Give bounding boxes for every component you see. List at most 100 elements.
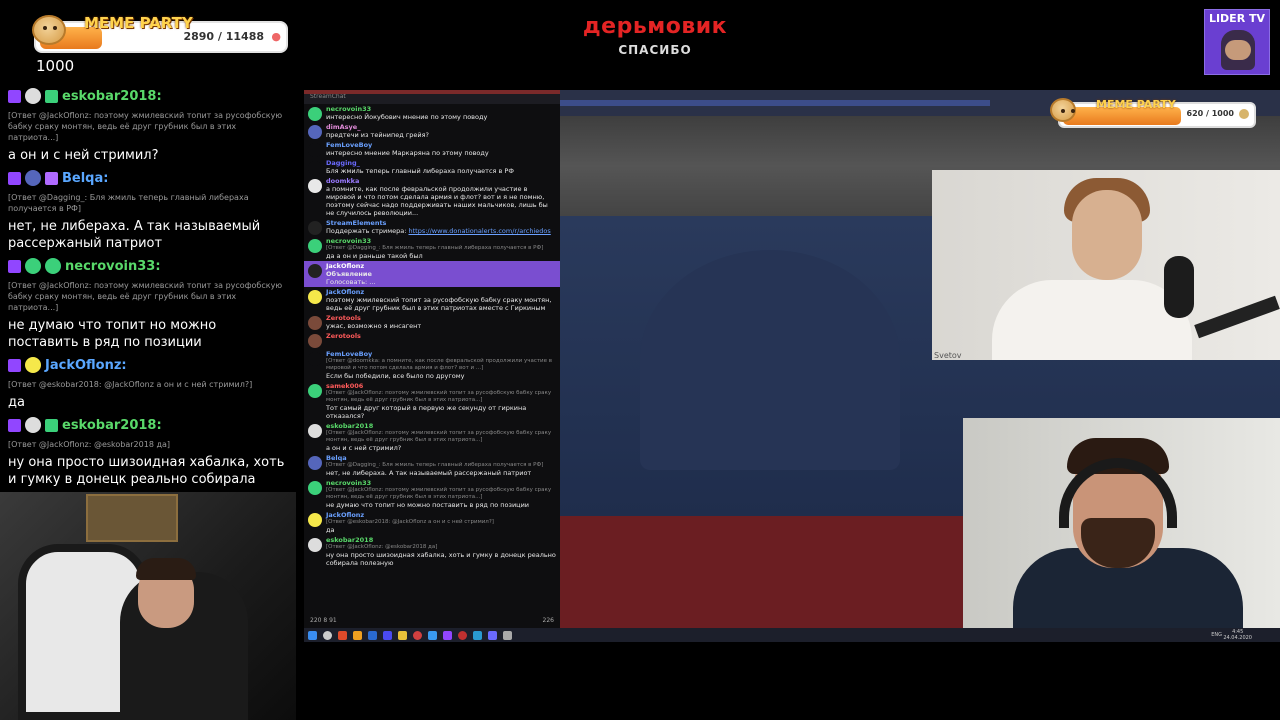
pig-icon: ● bbox=[271, 30, 281, 43]
obs-icon[interactable] bbox=[458, 630, 467, 640]
chat-username[interactable]: Zerotools bbox=[326, 332, 556, 340]
chat-window-message[interactable]: JackOflonz [Ответ @eskobar2018: @JackOflo… bbox=[304, 510, 560, 535]
chat-username[interactable]: eskobar2018 bbox=[326, 536, 556, 544]
chat-message-text: да а он и раньше такой был bbox=[326, 252, 423, 260]
app-icon[interactable] bbox=[383, 630, 392, 640]
chat-message-body: eskobar2018 [Ответ @JackOflonz: поэтому ж… bbox=[326, 422, 556, 452]
chat-username[interactable]: JackOflonz: bbox=[45, 358, 127, 373]
mic-arm bbox=[1194, 295, 1280, 339]
chat-avatar[interactable] bbox=[308, 179, 322, 193]
chat-username[interactable]: samek006 bbox=[326, 382, 556, 390]
chat-window-message[interactable]: eskobar2018 [Ответ @JackOflonz: @eskobar2… bbox=[304, 535, 560, 568]
chat-message-header: eskobar2018: bbox=[0, 84, 296, 108]
chat-avatar[interactable] bbox=[308, 316, 322, 330]
chat-window-message[interactable]: necrovoin33 [Ответ @JackOflonz: поэтому ж… bbox=[304, 478, 560, 510]
chat-avatar[interactable] bbox=[308, 456, 322, 470]
chat-avatar[interactable] bbox=[308, 221, 322, 235]
chat-username[interactable]: JackOflonz bbox=[326, 511, 556, 519]
chat-avatar[interactable] bbox=[308, 513, 322, 527]
chat-username[interactable]: JackOflonz bbox=[326, 262, 556, 270]
chat-window-message[interactable]: necrovoin33 интересно Йокубович мнение по… bbox=[304, 104, 560, 122]
chat-message-body: JackOflonz поэтому жмилевский топит за ру… bbox=[326, 288, 556, 312]
chat-username[interactable]: StreamElements bbox=[326, 219, 556, 227]
chat-username[interactable]: eskobar2018: bbox=[62, 418, 162, 433]
chat-avatar[interactable] bbox=[308, 384, 322, 398]
chat-window-message[interactable]: eskobar2018 [Ответ @JackOflonz: поэтому ж… bbox=[304, 421, 560, 453]
chat-username[interactable]: eskobar2018 bbox=[326, 422, 556, 430]
avatar bbox=[25, 417, 41, 433]
chat-avatar[interactable] bbox=[308, 424, 322, 438]
chat-announcement[interactable]: JackOflonz Объявление Голосовать: ... bbox=[304, 261, 560, 287]
chat-link[interactable]: https://www.donationalerts.com/r/archied… bbox=[409, 227, 551, 235]
app-icon[interactable] bbox=[488, 630, 497, 640]
windows-start-icon[interactable] bbox=[308, 630, 317, 640]
chat-username[interactable]: eskobar2018: bbox=[62, 89, 162, 104]
chat-window-message[interactable]: doomkka а помните, как после февральской … bbox=[304, 176, 560, 218]
folder-icon[interactable] bbox=[398, 630, 407, 640]
chat-message-body: JackOflonz [Ответ @eskobar2018: @JackOflo… bbox=[326, 511, 556, 534]
chat-username[interactable]: Belqa: bbox=[62, 171, 108, 186]
app-icon[interactable] bbox=[338, 630, 347, 640]
twitch-icon[interactable] bbox=[443, 630, 452, 640]
chat-username[interactable]: JackOflonz bbox=[326, 288, 556, 296]
chat-avatar[interactable] bbox=[308, 334, 322, 348]
app-icon[interactable] bbox=[368, 630, 377, 640]
wall-frame bbox=[86, 494, 178, 542]
chat-username[interactable]: necrovoin33 bbox=[326, 105, 556, 113]
chat-username[interactable]: Zerotools bbox=[326, 314, 556, 322]
chat-window-message[interactable]: Zerotools ужас, возможно я инсагент bbox=[304, 313, 560, 331]
chat-message: да bbox=[0, 392, 296, 413]
twitch-badge-icon bbox=[8, 418, 21, 432]
chat-username[interactable]: necrovoin33 bbox=[326, 237, 556, 245]
chat-avatar[interactable] bbox=[308, 239, 322, 253]
chat-avatar[interactable] bbox=[308, 538, 322, 552]
chat-username[interactable]: necrovoin33 bbox=[326, 479, 556, 487]
chat-username[interactable]: Dagging_ bbox=[326, 159, 556, 167]
chat-window-message[interactable]: Dagging_ Бля жмиль теперь главный либерах… bbox=[304, 158, 560, 176]
announcement-label: Объявление bbox=[326, 270, 372, 278]
chat-username[interactable]: necrovoin33: bbox=[65, 259, 161, 274]
chat-avatar[interactable] bbox=[308, 107, 322, 121]
chat-avatar[interactable] bbox=[308, 264, 322, 278]
chat-reply-text: [Ответ @Dagging_: Бля жмиль теперь главн… bbox=[8, 193, 249, 213]
chat-username[interactable]: FemLoveBoy bbox=[326, 141, 556, 149]
app-icon[interactable] bbox=[503, 630, 512, 640]
chat-avatar[interactable] bbox=[308, 161, 322, 175]
chat-message-text: нет, не либераха. А так называемый рассе… bbox=[8, 219, 261, 251]
chat-avatar[interactable] bbox=[308, 143, 322, 157]
chat-username[interactable]: Belqa bbox=[326, 454, 556, 462]
app-icon[interactable] bbox=[428, 630, 437, 640]
chat-avatar[interactable] bbox=[308, 125, 322, 139]
chat-reply-text: [Ответ @JackOflonz: поэтому жмилевский т… bbox=[326, 487, 552, 500]
chat-username[interactable]: dimAsye_ bbox=[326, 123, 556, 131]
chat-window-message[interactable]: dimAsye_ предтечи из тейнипед грейя? bbox=[304, 122, 560, 140]
chat-window-message[interactable]: FemLoveBoy интересно мнение Маркаряна по … bbox=[304, 140, 560, 158]
search-icon[interactable] bbox=[323, 630, 332, 640]
chat-window-message[interactable]: JackOflonz поэтому жмилевский топит за ру… bbox=[304, 287, 560, 313]
chat-message-text: Тот самый друг который в первую же секун… bbox=[326, 404, 527, 420]
chat-window-message[interactable]: Belqa [Ответ @Dagging_: Бля жмиль теперь … bbox=[304, 453, 560, 478]
chat-avatar[interactable] bbox=[308, 481, 322, 495]
tray-language[interactable]: ENG bbox=[1211, 632, 1222, 638]
doge-icon bbox=[1050, 98, 1076, 122]
chat-window-message[interactable]: necrovoin33 [Ответ @Dagging_: Бля жмиль т… bbox=[304, 236, 560, 261]
chat-message-header: necrovoin33: bbox=[0, 254, 296, 278]
app-icon[interactable] bbox=[353, 630, 362, 640]
chat-username[interactable]: FemLoveBoy bbox=[326, 350, 556, 358]
chat-avatar[interactable] bbox=[308, 352, 322, 366]
chat-message-body: JackOflonz Объявление Голосовать: ... bbox=[326, 262, 556, 286]
app-icon[interactable] bbox=[473, 630, 482, 640]
tray-clock[interactable]: 4:45 24.04.2020 bbox=[1223, 629, 1252, 641]
chat-window-message[interactable]: Zerotools bbox=[304, 331, 560, 349]
counter-label: 1000 bbox=[36, 57, 75, 75]
chat-message-list[interactable]: necrovoin33 интересно Йокубович мнение по… bbox=[304, 104, 560, 568]
chat-window-message[interactable]: samek006 [Ответ @JackOflonz: поэтому жмил… bbox=[304, 381, 560, 421]
chat-avatar[interactable] bbox=[308, 290, 322, 304]
chat-window-message[interactable]: StreamElements Поддержать стримера: https… bbox=[304, 218, 560, 236]
chat-username[interactable]: doomkka bbox=[326, 177, 556, 185]
subscriber-badge-icon bbox=[45, 171, 58, 185]
chat-window-message[interactable]: FemLoveBoy [Ответ @doomkka: а помните, ка… bbox=[304, 349, 560, 381]
chat-message-text: Бля жмиль теперь главный либераха получа… bbox=[326, 167, 514, 175]
chat-window[interactable]: StreamChat necrovoin33 интересно Йокубови… bbox=[304, 90, 560, 628]
browser-icon[interactable] bbox=[413, 630, 422, 640]
